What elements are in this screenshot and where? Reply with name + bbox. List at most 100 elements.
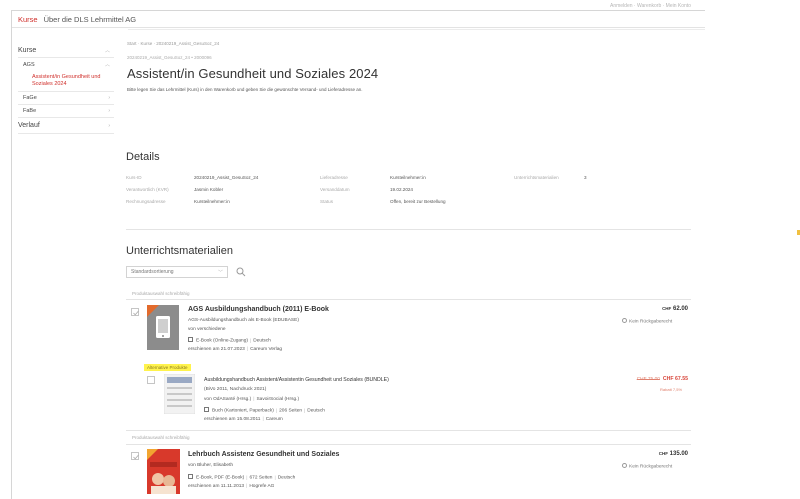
page-count: 672 Seiten — [249, 475, 273, 481]
book-cover-lehrbuch — [147, 449, 180, 494]
divider — [126, 430, 691, 431]
sort-select-value: Standardsortierung — [131, 269, 174, 275]
detail-value: Kursteilnehmer:in — [194, 199, 230, 204]
no-refund-note: Kein Rückgaberecht — [622, 318, 672, 325]
product-subtitle: AGS-Ausbildungshandbuch als E-Book (EDUB… — [188, 318, 299, 323]
detail-value: 20240219_Assist_GesuSoz_24 — [194, 175, 259, 180]
chevron-up-icon: ︿ — [104, 62, 110, 68]
sidebar-item-label: FaBe — [23, 108, 37, 114]
publisher: SavoirSocial (Hrsg.) — [256, 397, 300, 402]
sidebar-item-ags[interactable]: AGS ︿ — [12, 58, 114, 71]
sort-select[interactable]: Standardsortierung ﹀ — [126, 266, 228, 278]
nav-about[interactable]: Über die DLS Lehrmittel AG — [44, 15, 137, 24]
product-checkbox[interactable] — [131, 308, 139, 316]
alternative-products-badge: Alternative Produkte — [144, 364, 191, 371]
product-format: E-Book, PDF (E-Book) | 672 Seiten | Deutsch — [188, 474, 295, 481]
discount-label: Rabatt 7,5% — [660, 387, 683, 392]
sidebar-item-verlauf[interactable]: Verlauf › — [12, 118, 114, 133]
product-published: erschienen am 11.11.2013 | Hogrefe AG — [188, 484, 275, 489]
currency: CHF — [658, 451, 668, 456]
format-label: E-Book (Online-Zugang) — [196, 338, 248, 344]
detail-label: Status — [320, 199, 334, 204]
page-count: 206 Seiten — [279, 408, 303, 414]
detail-label: Kurs-ID — [126, 175, 142, 180]
sidebar-item-active-course[interactable]: Assistent/in Gesundheit und Soziales 202… — [12, 71, 114, 91]
new-price: CHF 67.55 — [662, 376, 688, 382]
no-refund-label: Kein Rückgaberecht — [629, 464, 673, 470]
divider — [18, 133, 114, 134]
detail-value: Jasmin Kobler — [194, 187, 224, 192]
product-checkbox[interactable] — [131, 452, 139, 460]
detail-label: Rechnungsadresse — [126, 199, 166, 204]
product-price: CHF 135.00 — [636, 451, 688, 457]
intro-text: Bitte legen Sie das Lehrmittel (Kurs) in… — [127, 87, 363, 92]
publish-date: erschienen am 21.07.2023 — [188, 347, 245, 352]
no-refund-label: Kein Rückgaberecht — [629, 319, 673, 325]
divider — [126, 444, 691, 445]
product-published: erschienen am 21.07.2023 | Careum Verlag — [188, 347, 283, 352]
book-cover-ebook — [147, 305, 179, 350]
breadcrumb[interactable]: Start · Kurse · 20240219_Assist_GesuSoz_… — [127, 41, 692, 47]
account-links[interactable]: Anmelden · Warenkorb · Mein Konto — [610, 3, 691, 9]
detail-value: 19.02.2024 — [390, 187, 413, 192]
sidebar-item-fabe[interactable]: FaBe › — [12, 105, 114, 117]
product-format: E-Book (Online-Zugang) | Deutsch — [188, 337, 271, 344]
materials-heading: Unterrichtsmaterialien — [126, 245, 233, 257]
price-value: 62.00 — [672, 306, 688, 312]
prohibited-icon — [622, 318, 627, 323]
top-divider — [128, 29, 705, 30]
chevron-down-icon: ﹀ — [217, 270, 223, 276]
product-author: von verschiedene — [188, 327, 226, 332]
book-cover-bundle — [164, 374, 195, 414]
currency: CHF — [662, 306, 672, 311]
no-refund-note: Kein Rückgaberecht — [622, 463, 672, 470]
check-icon — [133, 454, 139, 460]
sidebar-item-kurse[interactable]: Kurse ︿ — [12, 43, 114, 57]
format-label: Buch (Kartoniert, Paperback) — [212, 408, 274, 414]
publisher: Hogrefe AG — [249, 484, 275, 489]
alternative-edition: (BiVo 2011, Nachdruck 2021) — [204, 387, 267, 392]
chevron-right-icon: › — [108, 108, 110, 114]
product-title[interactable]: Lehrbuch Assistenz Gesundheit und Sozial… — [188, 451, 339, 458]
detail-label: Unterrichtsmaterialien — [514, 175, 559, 180]
main-content: Start · Kurse · 20240219_Assist_GesuSoz_… — [127, 41, 692, 92]
detail-value: Kursteilnehmer:in — [390, 175, 426, 180]
search-icon[interactable] — [236, 267, 246, 277]
chevron-up-icon: ︿ — [104, 47, 110, 54]
sidebar-item-label: Kurse — [18, 46, 37, 54]
ebook-icon — [188, 337, 193, 342]
sidebar: Kurse ︿ AGS ︿ Assistent/in Gesundheit un… — [12, 43, 114, 134]
alternative-publishers: von OdASanté (Hrsg.) | SavoirSocial (Hrsg.… — [204, 397, 300, 402]
detail-value: Offen, bereit zur Bestellung — [390, 199, 446, 204]
language-label: Deutsch — [277, 475, 296, 481]
publisher: von OdASanté (Hrsg.) — [204, 397, 252, 402]
check-icon — [133, 310, 139, 316]
sidebar-item-label: FaGe — [23, 95, 37, 101]
divider — [126, 229, 691, 230]
alternative-price: CHF 75.00 CHF 67.55 — [620, 376, 688, 382]
publish-date: erschienen am 15.08.2011 — [204, 417, 261, 422]
browser-frame: Kurse Über die DLS Lehrmittel AG Kurse ︿… — [11, 10, 705, 499]
old-price: CHF 75.00 — [636, 377, 660, 382]
alternative-format: Buch (Kartoniert, Paperback) | 206 Seiten |… — [204, 407, 325, 414]
language-label: Deutsch — [253, 338, 271, 344]
prohibited-icon — [622, 463, 627, 468]
publisher: Careum Verlag — [250, 347, 283, 352]
sidebar-item-label: Verlauf — [18, 122, 40, 129]
detail-label: Verantwortlich (KVR) — [126, 187, 169, 192]
divider — [126, 299, 691, 300]
alternative-title[interactable]: Ausbildungshandbuch Assistent/Assistenti… — [204, 377, 389, 383]
details-heading: Details — [126, 151, 160, 163]
price-value: 135.00 — [669, 451, 688, 457]
alternative-checkbox[interactable] — [147, 376, 155, 384]
sidebar-item-fage[interactable]: FaGe › — [12, 92, 114, 104]
product-price: CHF 62.00 — [640, 306, 688, 312]
nav-kurse[interactable]: Kurse — [18, 15, 38, 24]
publisher: Careum — [265, 417, 283, 422]
book-icon — [204, 407, 209, 412]
product-author: von Bluher, Elisabeth — [188, 463, 234, 468]
language-label: Deutsch — [307, 408, 325, 414]
publish-date: erschienen am 11.11.2013 — [188, 484, 245, 489]
product-selection-hint: Produktauswahl schreibfähig — [132, 435, 190, 440]
product-title[interactable]: AGS Ausbildungshandbuch (2011) E-Book — [188, 306, 329, 313]
